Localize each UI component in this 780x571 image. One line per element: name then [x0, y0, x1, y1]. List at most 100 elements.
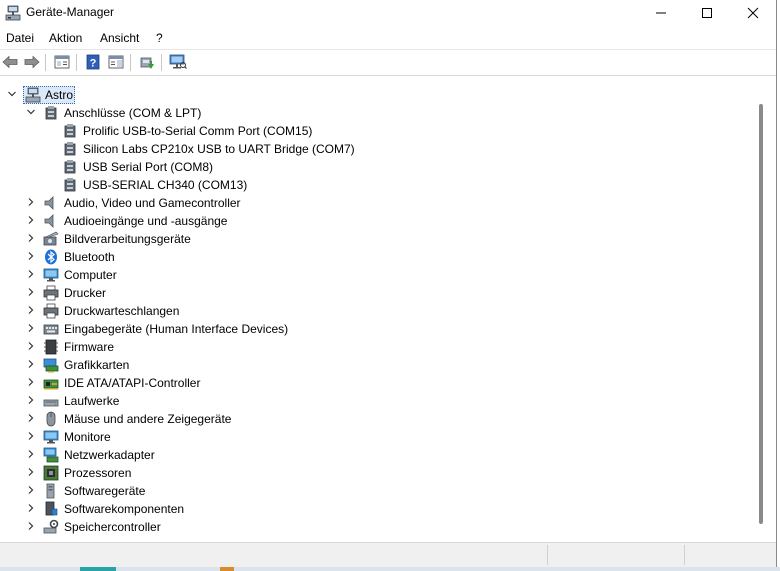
chevron-right-icon[interactable] [26, 287, 36, 297]
tree-root[interactable]: Astro [0, 86, 760, 104]
status-pane-divider [547, 545, 548, 565]
menu-help[interactable]: ? [156, 31, 163, 45]
tree-category-bluetooth[interactable]: Bluetooth [0, 248, 760, 266]
chevron-right-icon[interactable] [26, 305, 36, 315]
taskbar-item [220, 567, 234, 571]
tree-category-storage-controllers[interactable]: Speichercontroller [0, 518, 760, 536]
back-button[interactable] [0, 53, 20, 71]
computer-icon [25, 87, 41, 103]
tree-device-item[interactable]: Silicon Labs CP210x USB to UART Bridge (… [0, 140, 760, 158]
tree-root-label: Astro [45, 88, 74, 102]
chevron-right-icon[interactable] [26, 521, 36, 531]
mouse-icon [43, 411, 59, 427]
speaker-icon [43, 213, 59, 229]
tree-category-firmware[interactable]: Firmware [0, 338, 760, 356]
help-button[interactable]: ? [83, 53, 103, 71]
tree-category-imaging[interactable]: Bildverarbeitungsgeräte [0, 230, 760, 248]
tree-category-label: Bluetooth [64, 250, 115, 264]
tree-category-processors[interactable]: Prozessoren [0, 464, 760, 482]
action-pane-button[interactable] [106, 53, 126, 71]
chevron-right-icon[interactable] [26, 323, 36, 333]
tree-category-label: Grafikkarten [64, 358, 130, 372]
tree-category-label: Druckwarteschlangen [64, 304, 180, 318]
tree-device-label: Silicon Labs CP210x USB to UART Bridge (… [83, 142, 355, 156]
chevron-right-icon[interactable] [26, 359, 36, 369]
tree-category-label: Anschlüsse (COM & LPT) [64, 106, 202, 120]
chevron-right-icon[interactable] [26, 395, 36, 405]
tree-category-ide[interactable]: IDE ATA/ATAPI-Controller [0, 374, 760, 392]
chevron-down-icon[interactable] [7, 89, 17, 99]
chevron-right-icon[interactable] [26, 233, 36, 243]
chevron-right-icon[interactable] [26, 251, 36, 261]
tree-category-label: Laufwerke [64, 394, 120, 408]
chevron-right-icon[interactable] [26, 431, 36, 441]
chevron-right-icon[interactable] [26, 449, 36, 459]
close-icon [747, 7, 759, 19]
chevron-right-icon[interactable] [26, 197, 36, 207]
chevron-right-icon[interactable] [26, 377, 36, 387]
minimize-icon [656, 12, 666, 14]
printer-icon [43, 303, 59, 319]
tree-category-audio-io[interactable]: Audioeingänge und -ausgänge [0, 212, 760, 230]
tree-category-mice[interactable]: Mäuse und andere Zeigegeräte [0, 410, 760, 428]
scrollbar-thumb[interactable] [759, 104, 763, 524]
tree-category-ports[interactable]: Anschlüsse (COM & LPT) [0, 104, 760, 122]
menu-ansicht[interactable]: Ansicht [100, 31, 139, 45]
tree-category-computer[interactable]: Computer [0, 266, 760, 284]
tree-category-print-queues[interactable]: Druckwarteschlangen [0, 302, 760, 320]
chevron-right-icon[interactable] [26, 503, 36, 513]
tree-category-drives[interactable]: Laufwerke [0, 392, 760, 410]
scan-hardware-button[interactable] [168, 53, 188, 71]
chevron-right-icon[interactable] [26, 269, 36, 279]
vertical-scrollbar[interactable] [758, 96, 766, 526]
chevron-right-icon[interactable] [26, 215, 36, 225]
update-driver-button[interactable] [137, 53, 157, 71]
monitor-icon [43, 267, 59, 283]
tree-category-network[interactable]: Netzwerkadapter [0, 446, 760, 464]
printer-icon [43, 285, 59, 301]
toolbar-separator [45, 54, 46, 71]
tree-device-item[interactable]: Prolific USB-to-Serial Comm Port (COM15) [0, 122, 760, 140]
tree-category-software-devices[interactable]: Softwaregeräte [0, 482, 760, 500]
tree-device-label: Prolific USB-to-Serial Comm Port (COM15) [83, 124, 313, 138]
close-button[interactable] [730, 0, 776, 26]
tree-category-audio-video[interactable]: Audio, Video und Gamecontroller [0, 194, 760, 212]
svg-text:?: ? [90, 58, 97, 70]
speaker-icon [43, 195, 59, 211]
port-icon [43, 105, 59, 121]
port-icon [62, 123, 78, 139]
port-icon [62, 177, 78, 193]
menu-datei[interactable]: Datei [6, 31, 34, 45]
tree-category-display-adapters[interactable]: Grafikkarten [0, 356, 760, 374]
toolbar-separator [161, 54, 162, 71]
device-manager-window: Geräte-Manager Datei Aktion Ansicht ? ? [0, 0, 777, 567]
tree-category-label: Softwaregeräte [64, 484, 146, 498]
back-arrow-icon [2, 55, 18, 69]
maximize-button[interactable] [684, 0, 730, 26]
scan-hardware-icon [169, 54, 187, 69]
tree-category-printers[interactable]: Drucker [0, 284, 760, 302]
chevron-right-icon[interactable] [26, 485, 36, 495]
toolbar: ? [0, 50, 776, 76]
device-manager-icon [5, 5, 21, 21]
tree-category-label: Speichercontroller [64, 520, 161, 534]
tree-category-hid[interactable]: Eingabegeräte (Human Interface Devices) [0, 320, 760, 338]
chevron-right-icon[interactable] [26, 413, 36, 423]
window-title: Geräte-Manager [26, 5, 115, 19]
status-pane-divider [684, 545, 685, 565]
chevron-right-icon[interactable] [26, 341, 36, 351]
tree-category-label: Eingabegeräte (Human Interface Devices) [64, 322, 289, 336]
console-tree-button[interactable] [52, 53, 72, 71]
tree-category-label: Prozessoren [64, 466, 132, 480]
tree-device-item[interactable]: USB-SERIAL CH340 (COM13) [0, 176, 760, 194]
network-icon [43, 447, 59, 463]
minimize-button[interactable] [638, 0, 684, 26]
chevron-right-icon[interactable] [26, 467, 36, 477]
chevron-down-icon[interactable] [26, 107, 36, 117]
menu-aktion[interactable]: Aktion [49, 31, 82, 45]
forward-button[interactable] [22, 53, 42, 71]
tree-category-monitors[interactable]: Monitore [0, 428, 760, 446]
tree-device-item[interactable]: USB Serial Port (COM8) [0, 158, 760, 176]
tree-device-label: USB-SERIAL CH340 (COM13) [83, 178, 248, 192]
tree-category-software-components[interactable]: Softwarekomponenten [0, 500, 760, 518]
